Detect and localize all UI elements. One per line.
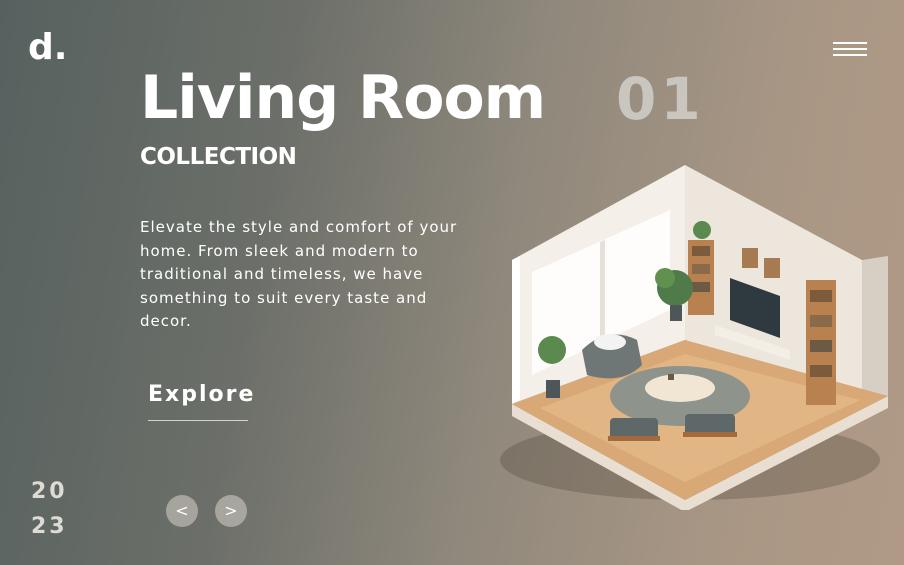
slide-number: 01	[616, 65, 705, 133]
year-top: 20	[31, 479, 68, 504]
page-subtitle: COLLECTION	[140, 144, 297, 170]
year-bottom: 23	[31, 514, 68, 539]
chevron-left-icon: <	[175, 501, 189, 520]
explore-link[interactable]: Explore	[148, 380, 253, 421]
carousel-next-button[interactable]: >	[215, 495, 247, 527]
chevron-right-icon: >	[224, 501, 238, 520]
page-title: Living Room	[140, 63, 546, 133]
living-room-illustration	[500, 165, 888, 510]
brand-logo[interactable]: d.	[28, 28, 67, 68]
carousel-prev-button[interactable]: <	[166, 495, 198, 527]
hamburger-menu-icon[interactable]	[833, 40, 867, 58]
hero-description: Elevate the style and comfort of your ho…	[140, 218, 458, 330]
